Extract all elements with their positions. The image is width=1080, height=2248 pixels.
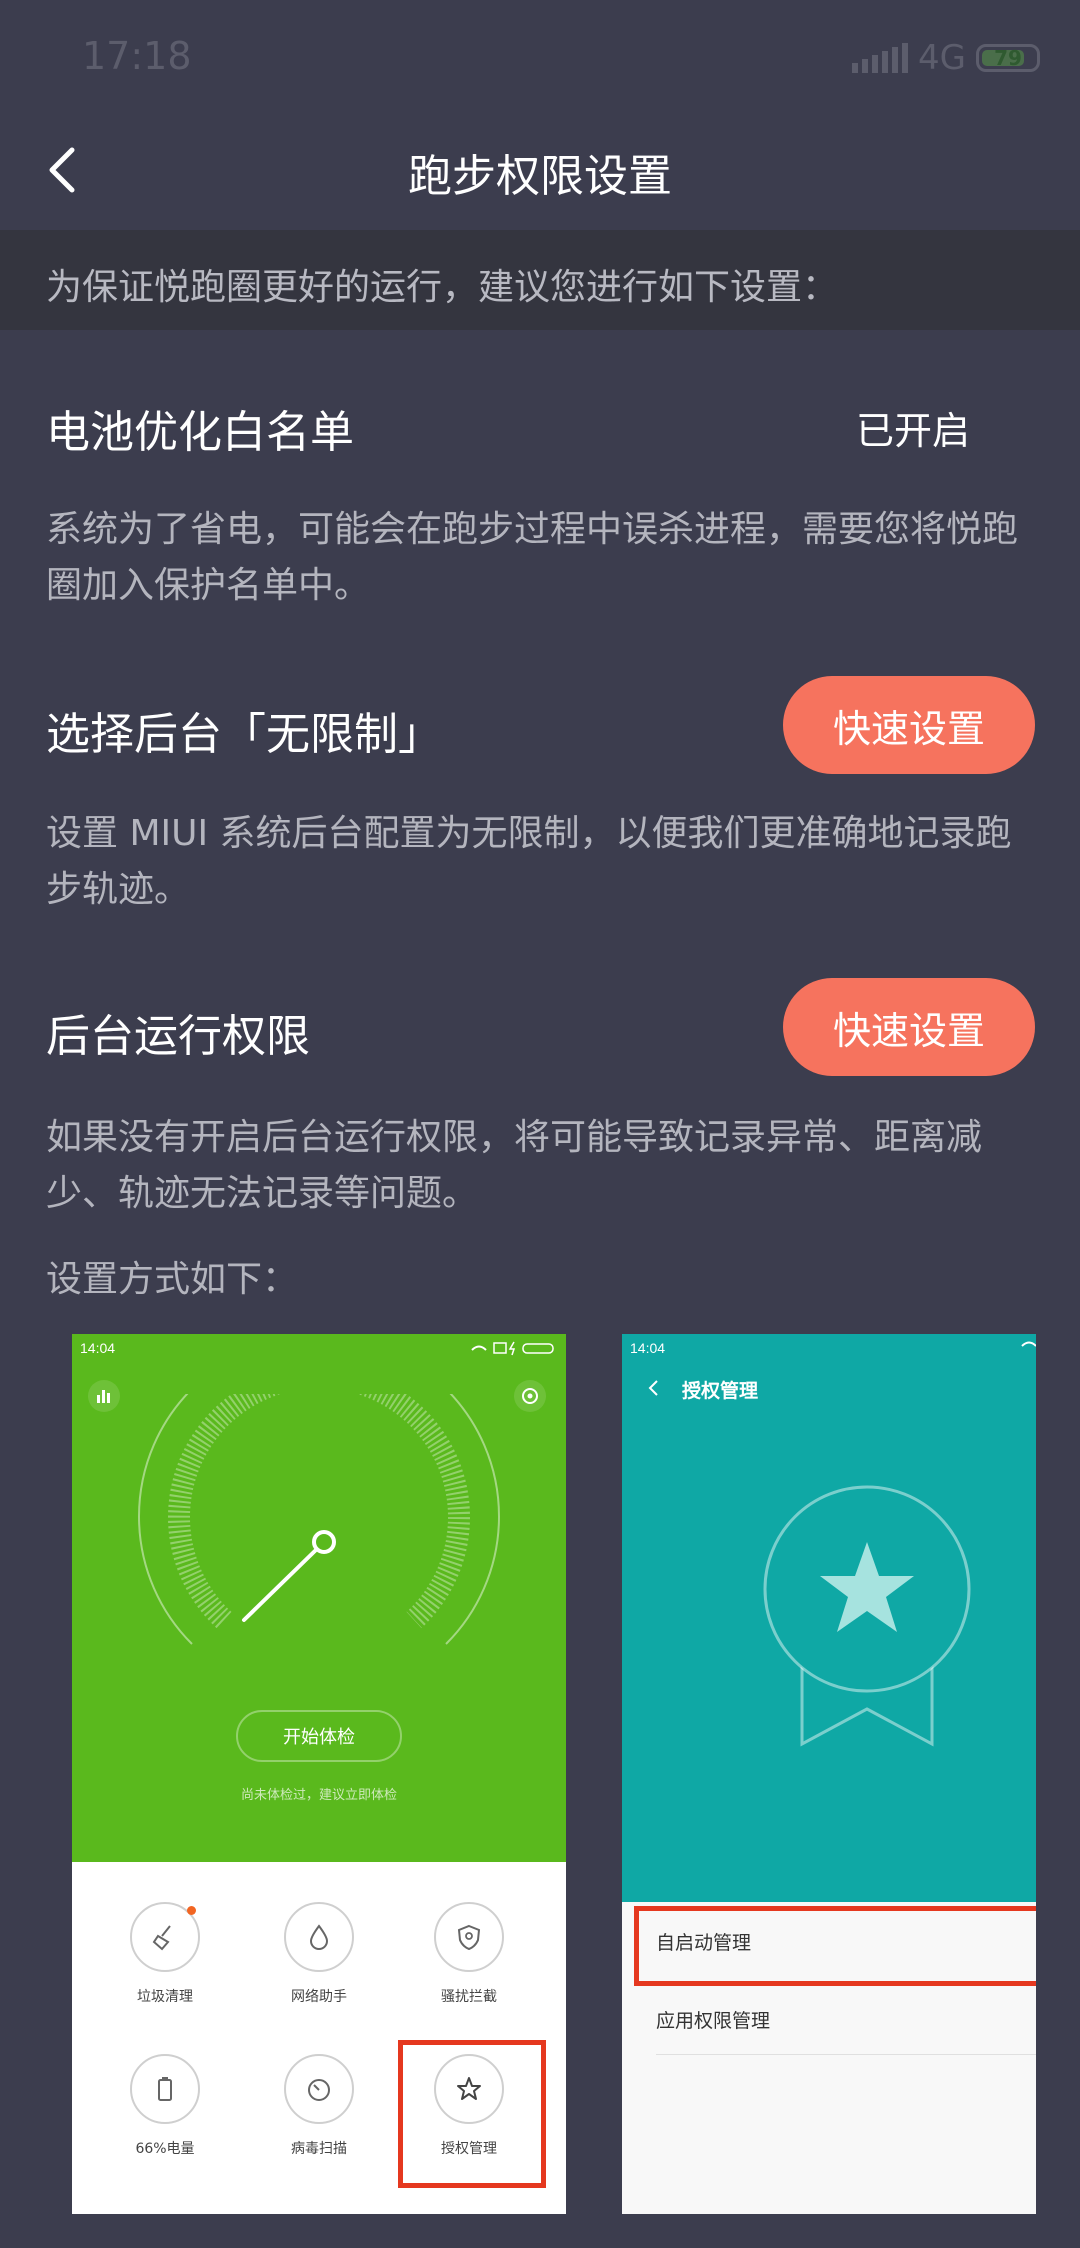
status-icons: 4G 79 — [852, 38, 1040, 78]
background-run-desc: 如果没有开启后台运行权限，将可能导致记录异常、距离减少、轨迹无法记录等问题。 — [46, 1117, 983, 1214]
battery-outline-icon — [130, 2054, 200, 2124]
battery-whitelist-title: 电池优化白名单 — [46, 407, 354, 458]
background-unlimited-title: 选择后台「无限制」 — [46, 709, 442, 760]
tool-label: 病毒扫描 — [291, 2141, 347, 2157]
tool-network-assistant: 网络助手 — [264, 1902, 374, 2006]
battery-level: 79 — [994, 46, 1022, 70]
stats-icon — [86, 1378, 122, 1418]
tool-battery: 66%电量 — [110, 2054, 220, 2158]
gauge-icon — [132, 1335, 506, 1698]
mini-back-icon — [646, 1378, 660, 1402]
settings-gear-icon — [512, 1378, 548, 1418]
tool-label: 66%电量 — [135, 2141, 195, 2157]
wifi-icon — [1020, 1338, 1036, 1358]
background-run-title: 后台运行权限 — [46, 1011, 310, 1062]
mini-status-time: 14:04 — [80, 1340, 116, 1356]
mini-status-icons — [468, 1340, 558, 1360]
tool-junk-cleanup: 垃圾清理 — [110, 1902, 220, 2006]
highlight-frame — [634, 1906, 1036, 1986]
tool-harassment-block: 骚扰拦截 — [414, 1902, 524, 2006]
info-banner-text: 为保证悦跑圈更好的运行，建议您进行如下设置： — [46, 267, 839, 308]
tool-label: 垃圾清理 — [137, 1989, 193, 2005]
tool-label: 网络助手 — [291, 1989, 347, 2005]
tool-virus-scan: 病毒扫描 — [264, 2054, 374, 2158]
shield-icon — [434, 1902, 504, 1972]
timer-icon — [284, 2054, 354, 2124]
security-header: 14:04 开始体检 尚未体检过，建议立即体检 — [72, 1334, 566, 1862]
app-permission-management: 应用权限管理 — [656, 2010, 771, 2032]
droplet-icon — [284, 1902, 354, 1972]
tool-label: 骚扰拦截 — [441, 1989, 497, 2005]
battery-icon: 79 — [976, 44, 1040, 72]
medal-icon — [762, 1484, 972, 1768]
network-type: 4G — [918, 38, 966, 78]
battery-whitelist-status: 已开启 — [855, 409, 970, 453]
broom-icon — [130, 1902, 200, 1972]
start-check-button: 开始体检 — [236, 1710, 402, 1762]
status-time: 17:18 — [82, 34, 192, 78]
security-center-screenshot: 14:04 开始体检 尚未体检过，建议立即体检 垃圾清理 网络助手 骚扰拦截 6… — [72, 1334, 566, 2214]
highlight-frame — [398, 2040, 546, 2188]
battery-whitelist-desc: 系统为了省电，可能会在跑步过程中误杀进程，需要您将悦跑圈加入保护名单中。 — [46, 509, 1019, 606]
signal-icon — [852, 43, 909, 73]
page-title: 跑步权限设置 — [408, 151, 672, 202]
quick-setup-button-2[interactable]: 快速设置 — [783, 978, 1035, 1076]
background-unlimited-desc: 设置 MIUI 系统后台配置为无限制，以便我们更准确地记录跑步轨迹。 — [46, 813, 1012, 910]
mini-status-time: 14:04 — [630, 1340, 666, 1356]
instructions-label: 设置方式如下： — [46, 1259, 299, 1300]
list-divider — [656, 2054, 1036, 2055]
check-note: 尚未体检过，建议立即体检 — [240, 1788, 397, 1803]
quick-setup-button-1[interactable]: 快速设置 — [783, 676, 1035, 774]
authorization-screenshot: 14:04 授权管理 自启动管理 应用权限管理 — [622, 1334, 1036, 2214]
mini-title: 授权管理 — [682, 1380, 759, 1402]
authorization-header: 14:04 授权管理 — [622, 1334, 1036, 1902]
